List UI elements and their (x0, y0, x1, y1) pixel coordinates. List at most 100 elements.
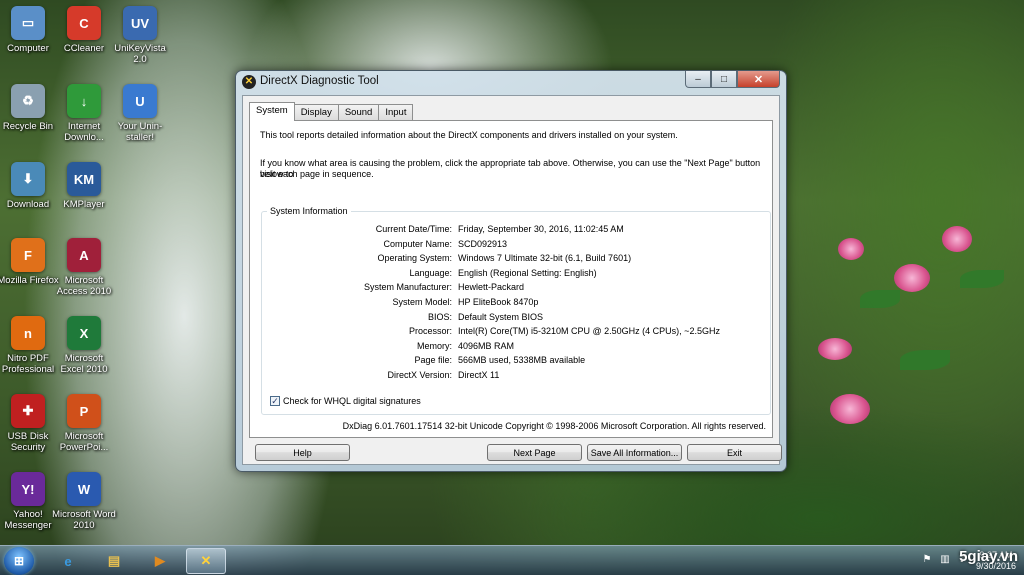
whql-checkbox-row[interactable]: ✓ Check for WHQL digital signatures (270, 396, 421, 406)
explorer-icon[interactable]: ▤ (94, 548, 134, 574)
tab-sound[interactable]: Sound (337, 104, 380, 120)
maximize-button[interactable]: □ (711, 71, 737, 88)
wallpaper-flower (894, 264, 930, 292)
desktop-icon-yahoo-messenger[interactable]: Y! Yahoo! Messenger (0, 472, 60, 531)
powerpoint-icon: P (67, 394, 101, 428)
desktop-icon-kmplayer[interactable]: KM KMPlayer (52, 162, 116, 210)
yahoo-messenger-icon: Y! (11, 472, 45, 506)
tab-display[interactable]: Display (293, 104, 339, 120)
desktop-icon-firefox[interactable]: F Mozilla Firefox (0, 238, 60, 286)
uninstaller-icon: U (123, 84, 157, 118)
desktop-icon-label: Microsoft Access 2010 (56, 275, 112, 297)
tab-input[interactable]: Input (378, 104, 414, 120)
desktop-icon-ccleaner[interactable]: C CCleaner (52, 6, 116, 54)
idm-icon: ↓ (67, 84, 101, 118)
info-row: Memory: 4096MB RAM (262, 341, 762, 354)
desktop-icon-label: Computer (7, 43, 49, 54)
desktop-icon-label: Nitro PDF Professional (1, 353, 55, 375)
unikey-icon: UV (123, 6, 157, 40)
info-label: BIOS: (427, 311, 452, 322)
network-icon[interactable]: ▥ (938, 554, 952, 568)
info-value: DirectX 11 (458, 370, 500, 380)
nitro-pdf-icon: n (11, 316, 45, 350)
close-button[interactable]: ✕ (737, 71, 780, 88)
whql-checkbox[interactable]: ✓ (270, 396, 280, 406)
caption-buttons: – □ ✕ (685, 71, 780, 88)
info-label: DirectX Version: (387, 370, 452, 380)
info-row: DirectX Version: DirectX 11 (262, 370, 762, 383)
wallpaper-leaf (900, 350, 950, 370)
group-title: System Information (267, 206, 351, 216)
exit-button[interactable]: Exit (687, 444, 782, 461)
desktop-icon-label: KMPlayer (63, 199, 105, 210)
info-row: System Manufacturer: Hewlett-Packard (262, 282, 762, 295)
desktop-icon-label: Yahoo! Messenger (4, 509, 52, 531)
desktop-icon-powerpoint[interactable]: P Microsoft PowerPoi... (52, 394, 116, 453)
info-value: SCD092913 (458, 238, 508, 249)
desktop-icon-label: Internet Downlo... (64, 121, 104, 143)
help-button[interactable]: Help (255, 444, 350, 461)
wallpaper-flower (830, 394, 870, 424)
next-page-button[interactable]: Next Page (487, 444, 582, 461)
media-player-icon[interactable]: ▶ (140, 548, 180, 574)
info-row: Processor: Intel(R) Core(TM) i5-3210M CPU… (262, 326, 762, 339)
desktop-icon-word[interactable]: W Microsoft Word 2010 (52, 472, 116, 531)
desktop-icon-uninstaller[interactable]: U Your Unin-staller! (108, 84, 172, 143)
desktop-icon-folder[interactable]: ⬇ Download (0, 162, 60, 210)
dialog-buttons: Help Next Page Save All Information... E… (249, 444, 782, 462)
info-label: Page file: (414, 355, 452, 366)
excel-icon: X (67, 316, 101, 350)
wallpaper-flower (818, 338, 852, 360)
info-value: Friday, September 30, 2016, 11:02:45 AM (458, 224, 624, 234)
desktop-icon-label: Microsoft PowerPoi... (59, 431, 109, 453)
info-label: Memory: (416, 340, 452, 351)
action-center-icon[interactable]: ⚑ (920, 554, 934, 568)
copyright-text: DxDiag 6.01.7601.17514 32-bit Unicode Co… (342, 421, 766, 431)
intro-text: This tool reports detailed information a… (260, 130, 678, 140)
watermark-text: 5giay.vn (959, 548, 1018, 565)
minimize-button[interactable]: – (685, 71, 711, 88)
desktop-icon-nitro-pdf[interactable]: n Nitro PDF Professional (0, 316, 60, 375)
start-button[interactable]: ⊞ (4, 547, 34, 575)
word-icon: W (67, 472, 101, 506)
desktop-icon-label: Microsoft Excel 2010 (60, 353, 108, 375)
info-row: Computer Name: SCD092913 (262, 239, 762, 252)
info-label: Operating System: (377, 253, 452, 264)
desktop-icon-label: CCleaner (63, 43, 105, 54)
desktop-icon-computer[interactable]: ▭ Computer (0, 6, 60, 54)
desktop-icon-idm[interactable]: ↓ Internet Downlo... (52, 84, 116, 143)
desktop-icon-unikey[interactable]: UV UniKeyVista 2.0 (108, 6, 172, 65)
tab-strip: System Display Sound Input (249, 102, 414, 121)
system-tab-panel: This tool reports detailed information a… (249, 120, 773, 438)
desktop-icon-usb-security[interactable]: ✚ USB Disk Security (0, 394, 60, 453)
window-title: DirectX Diagnostic Tool (260, 75, 379, 87)
desktop-icon-recycle-bin[interactable]: ♻ Recycle Bin (0, 84, 60, 132)
directx-diagnostic-window: ✕ DirectX Diagnostic Tool – □ ✕ System D… (235, 70, 787, 472)
dxdiag-app-icon: ✕ (242, 75, 256, 89)
title-bar[interactable]: ✕ DirectX Diagnostic Tool – □ ✕ (236, 71, 786, 93)
desktop-icon-label: Download (6, 199, 50, 210)
dxdiag-task-icon[interactable]: ✕ (186, 548, 226, 574)
info-label: System Model: (392, 297, 452, 307)
ie-icon[interactable]: e (48, 548, 88, 574)
computer-icon: ▭ (11, 6, 45, 40)
usb-security-icon: ✚ (11, 394, 45, 428)
dialog-client: System Display Sound Input This tool rep… (242, 95, 782, 465)
desktop-icon-access[interactable]: A Microsoft Access 2010 (52, 238, 116, 297)
desktop-icon-label: UniKeyVista 2.0 (114, 43, 166, 65)
info-value: Windows 7 Ultimate 32-bit (6.1, Build 76… (458, 253, 632, 264)
tab-system[interactable]: System (249, 102, 295, 121)
desktop-icon-label: Recycle Bin (2, 121, 54, 132)
info-value: Default System BIOS (458, 311, 544, 322)
desktop-icon-excel[interactable]: X Microsoft Excel 2010 (52, 316, 116, 375)
info-row: Page file: 566MB used, 5338MB available (262, 355, 762, 368)
instruction-text-line2: visit each page in sequence. (260, 169, 374, 179)
wallpaper-leaf (860, 290, 900, 308)
folder-icon: ⬇ (11, 162, 45, 196)
desktop-icon-label: Your Unin-staller! (117, 121, 163, 143)
wallpaper-flower (838, 238, 864, 260)
save-all-information-button[interactable]: Save All Information... (587, 444, 682, 461)
wallpaper-leaf (960, 270, 1004, 288)
desktop-icon-label: USB Disk Security (7, 431, 49, 453)
info-label: Current Date/Time: (375, 224, 452, 234)
